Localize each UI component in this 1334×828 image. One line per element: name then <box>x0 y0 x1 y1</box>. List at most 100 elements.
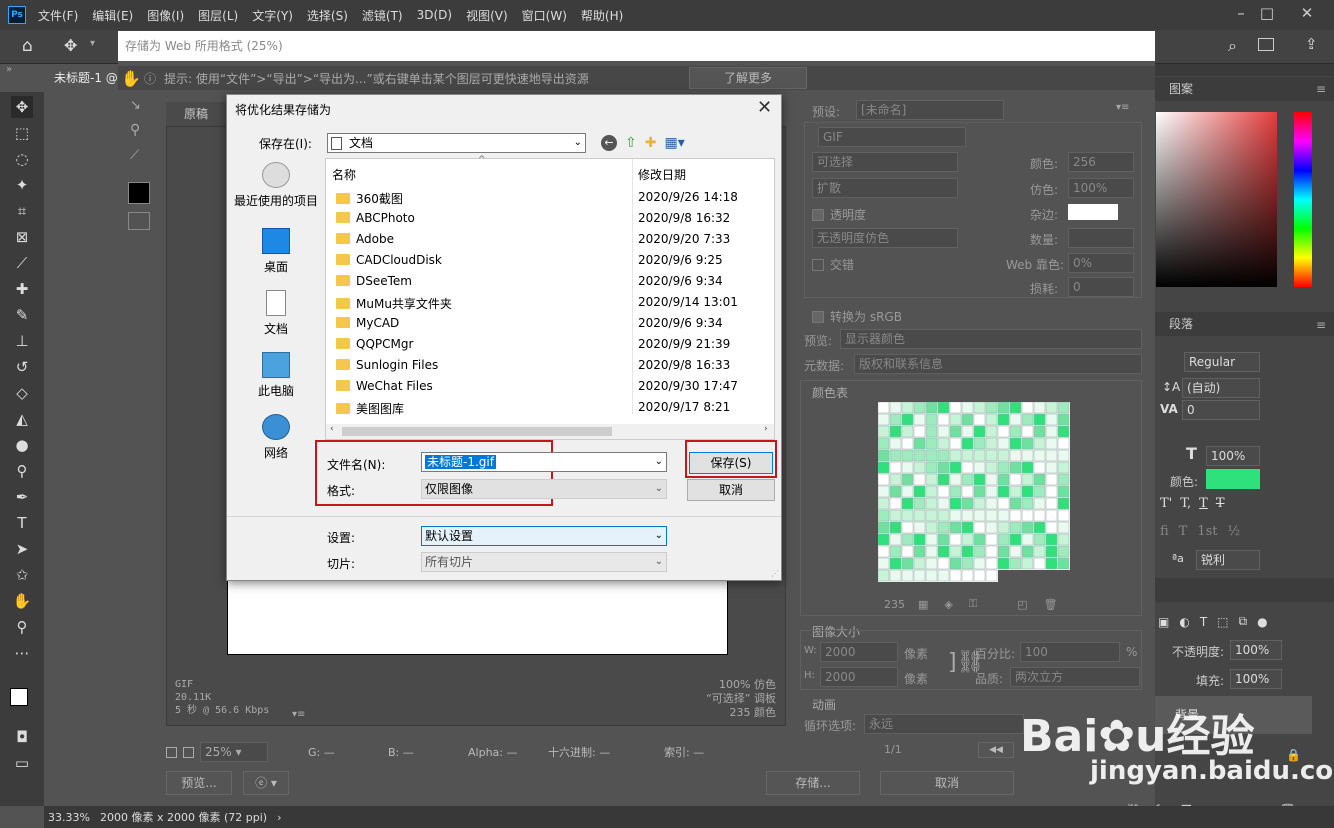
history-brush-icon[interactable]: ↺ <box>11 356 33 378</box>
file-row[interactable]: QQPCMgr 2020/9/9 21:39 <box>326 334 774 355</box>
color-swatch[interactable] <box>1057 401 1070 414</box>
up-folder-icon[interactable]: ⇧ <box>625 135 637 151</box>
color-swatch[interactable] <box>985 401 998 414</box>
color-swatch[interactable] <box>1057 425 1070 438</box>
chevron-right-icon[interactable]: › <box>277 811 281 824</box>
interlaced-checkbox[interactable]: 交错 <box>812 256 854 273</box>
color-swatch[interactable] <box>901 425 914 438</box>
sfw-cancel-button[interactable]: 取消 <box>880 771 1014 795</box>
view-menu-icon[interactable]: ▦▾ <box>664 135 684 151</box>
color-swatch[interactable] <box>973 425 986 438</box>
resize-grip-icon[interactable]: ⋰ <box>771 569 779 578</box>
color-swatch[interactable] <box>1021 413 1034 426</box>
eyedropper-color-swatch[interactable] <box>128 182 150 204</box>
color-swatch[interactable] <box>1021 521 1034 534</box>
settings-menu-icon[interactable]: ▾≡ <box>1116 102 1129 113</box>
transparency-dither-select[interactable]: 无透明度仿色 <box>812 228 958 248</box>
color-swatch[interactable] <box>937 569 950 582</box>
color-swatch[interactable] <box>901 509 914 522</box>
websnap-field[interactable]: 0% <box>1068 253 1134 273</box>
file-row[interactable]: Sunlogin Files 2020/9/8 16:33 <box>326 355 774 376</box>
save-in-select[interactable]: 文档 ⌄ <box>327 133 586 153</box>
menu-item[interactable]: 文件(F) <box>38 7 78 24</box>
color-swatch[interactable] <box>889 473 902 486</box>
color-swatch[interactable] <box>1033 485 1046 498</box>
place-desktop[interactable]: 桌面 <box>231 228 321 275</box>
color-swatch[interactable] <box>961 509 974 522</box>
color-swatch[interactable] <box>1009 413 1022 426</box>
color-swatch[interactable] <box>1033 545 1046 558</box>
swash-icon[interactable]: T <box>1179 524 1188 539</box>
slices-select[interactable]: 所有切片 ⌄ <box>421 552 667 572</box>
color-swatch[interactable] <box>985 473 998 486</box>
color-swatch[interactable] <box>961 461 974 474</box>
color-swatch[interactable] <box>985 545 998 558</box>
color-swatch[interactable] <box>1057 557 1070 570</box>
color-swatch[interactable] <box>1009 485 1022 498</box>
color-swatch[interactable] <box>1045 473 1058 486</box>
home-icon[interactable]: ⌂ <box>22 36 33 56</box>
color-swatch[interactable] <box>937 437 950 450</box>
color-swatch[interactable] <box>1057 413 1070 426</box>
workspace-icon[interactable] <box>1258 38 1274 51</box>
color-swatch[interactable] <box>925 437 938 450</box>
color-swatch[interactable] <box>925 401 938 414</box>
color-swatch[interactable] <box>913 473 926 486</box>
color-swatch[interactable] <box>1009 557 1022 570</box>
color-swatch[interactable] <box>901 413 914 426</box>
tracking-select[interactable]: 0 <box>1182 400 1260 420</box>
color-swatch[interactable] <box>1033 509 1046 522</box>
color-swatch[interactable] <box>997 461 1010 474</box>
color-swatch[interactable] <box>877 461 890 474</box>
chevron-down-icon[interactable]: ▾ <box>90 38 95 49</box>
color-swatch[interactable] <box>1021 533 1034 546</box>
color-swatch[interactable] <box>1045 413 1058 426</box>
color-swatch[interactable] <box>961 521 974 534</box>
color-swatch[interactable] <box>1033 461 1046 474</box>
color-swatch[interactable] <box>1045 557 1058 570</box>
color-swatch[interactable] <box>901 437 914 450</box>
color-swatch[interactable] <box>1033 425 1046 438</box>
color-swatch[interactable] <box>997 485 1010 498</box>
subscript-icon[interactable]: T, <box>1180 496 1191 511</box>
color-picker-field[interactable] <box>1156 112 1277 287</box>
sfw-save-button[interactable]: 存储... <box>766 771 860 795</box>
color-swatch[interactable] <box>877 509 890 522</box>
eyedropper-tool-icon[interactable]: ⟋ <box>11 252 33 274</box>
color-swatch[interactable] <box>937 509 950 522</box>
color-swatch[interactable] <box>973 401 986 414</box>
smart-filter-icon[interactable]: ⧉ <box>1239 614 1248 629</box>
color-swatch[interactable] <box>901 461 914 474</box>
color-swatch[interactable] <box>961 401 974 414</box>
color-swatch[interactable] <box>961 425 974 438</box>
color-swatch[interactable] <box>1045 521 1058 534</box>
color-swatch[interactable] <box>997 545 1010 558</box>
color-swatch[interactable] <box>913 533 926 546</box>
color-swatch[interactable] <box>1009 533 1022 546</box>
hand-tool-icon[interactable]: ✋ <box>118 69 144 88</box>
color-swatch[interactable] <box>1009 401 1022 414</box>
fill-field[interactable]: 100% <box>1230 669 1282 689</box>
color-swatch[interactable] <box>961 569 974 582</box>
color-swatch[interactable] <box>913 425 926 438</box>
filter-toggle-icon[interactable]: ● <box>1257 615 1267 629</box>
color-swatch[interactable] <box>997 437 1010 450</box>
opacity-field[interactable]: 100% <box>1230 640 1282 660</box>
color-swatch[interactable] <box>877 449 890 462</box>
color-swatch[interactable] <box>1009 521 1022 534</box>
color-swatch[interactable] <box>949 401 962 414</box>
share-icon[interactable]: ⇪ <box>1305 35 1318 53</box>
color-swatch[interactable] <box>985 521 998 534</box>
eraser-tool-icon[interactable]: ◇ <box>11 382 33 404</box>
color-swatch[interactable] <box>1021 509 1034 522</box>
color-swatch[interactable] <box>913 557 926 570</box>
type-tool-icon[interactable]: T <box>11 512 33 534</box>
expand-panels-icon[interactable]: » <box>6 64 12 75</box>
screen-mode-icon[interactable]: ▭ <box>11 752 33 774</box>
move-tool-icon[interactable]: ✥ <box>11 96 33 118</box>
color-swatch[interactable] <box>949 485 962 498</box>
matte-swatch[interactable] <box>1068 204 1118 220</box>
color-swatch[interactable] <box>1021 461 1034 474</box>
color-swatch[interactable] <box>877 521 890 534</box>
color-swatch[interactable] <box>913 401 926 414</box>
